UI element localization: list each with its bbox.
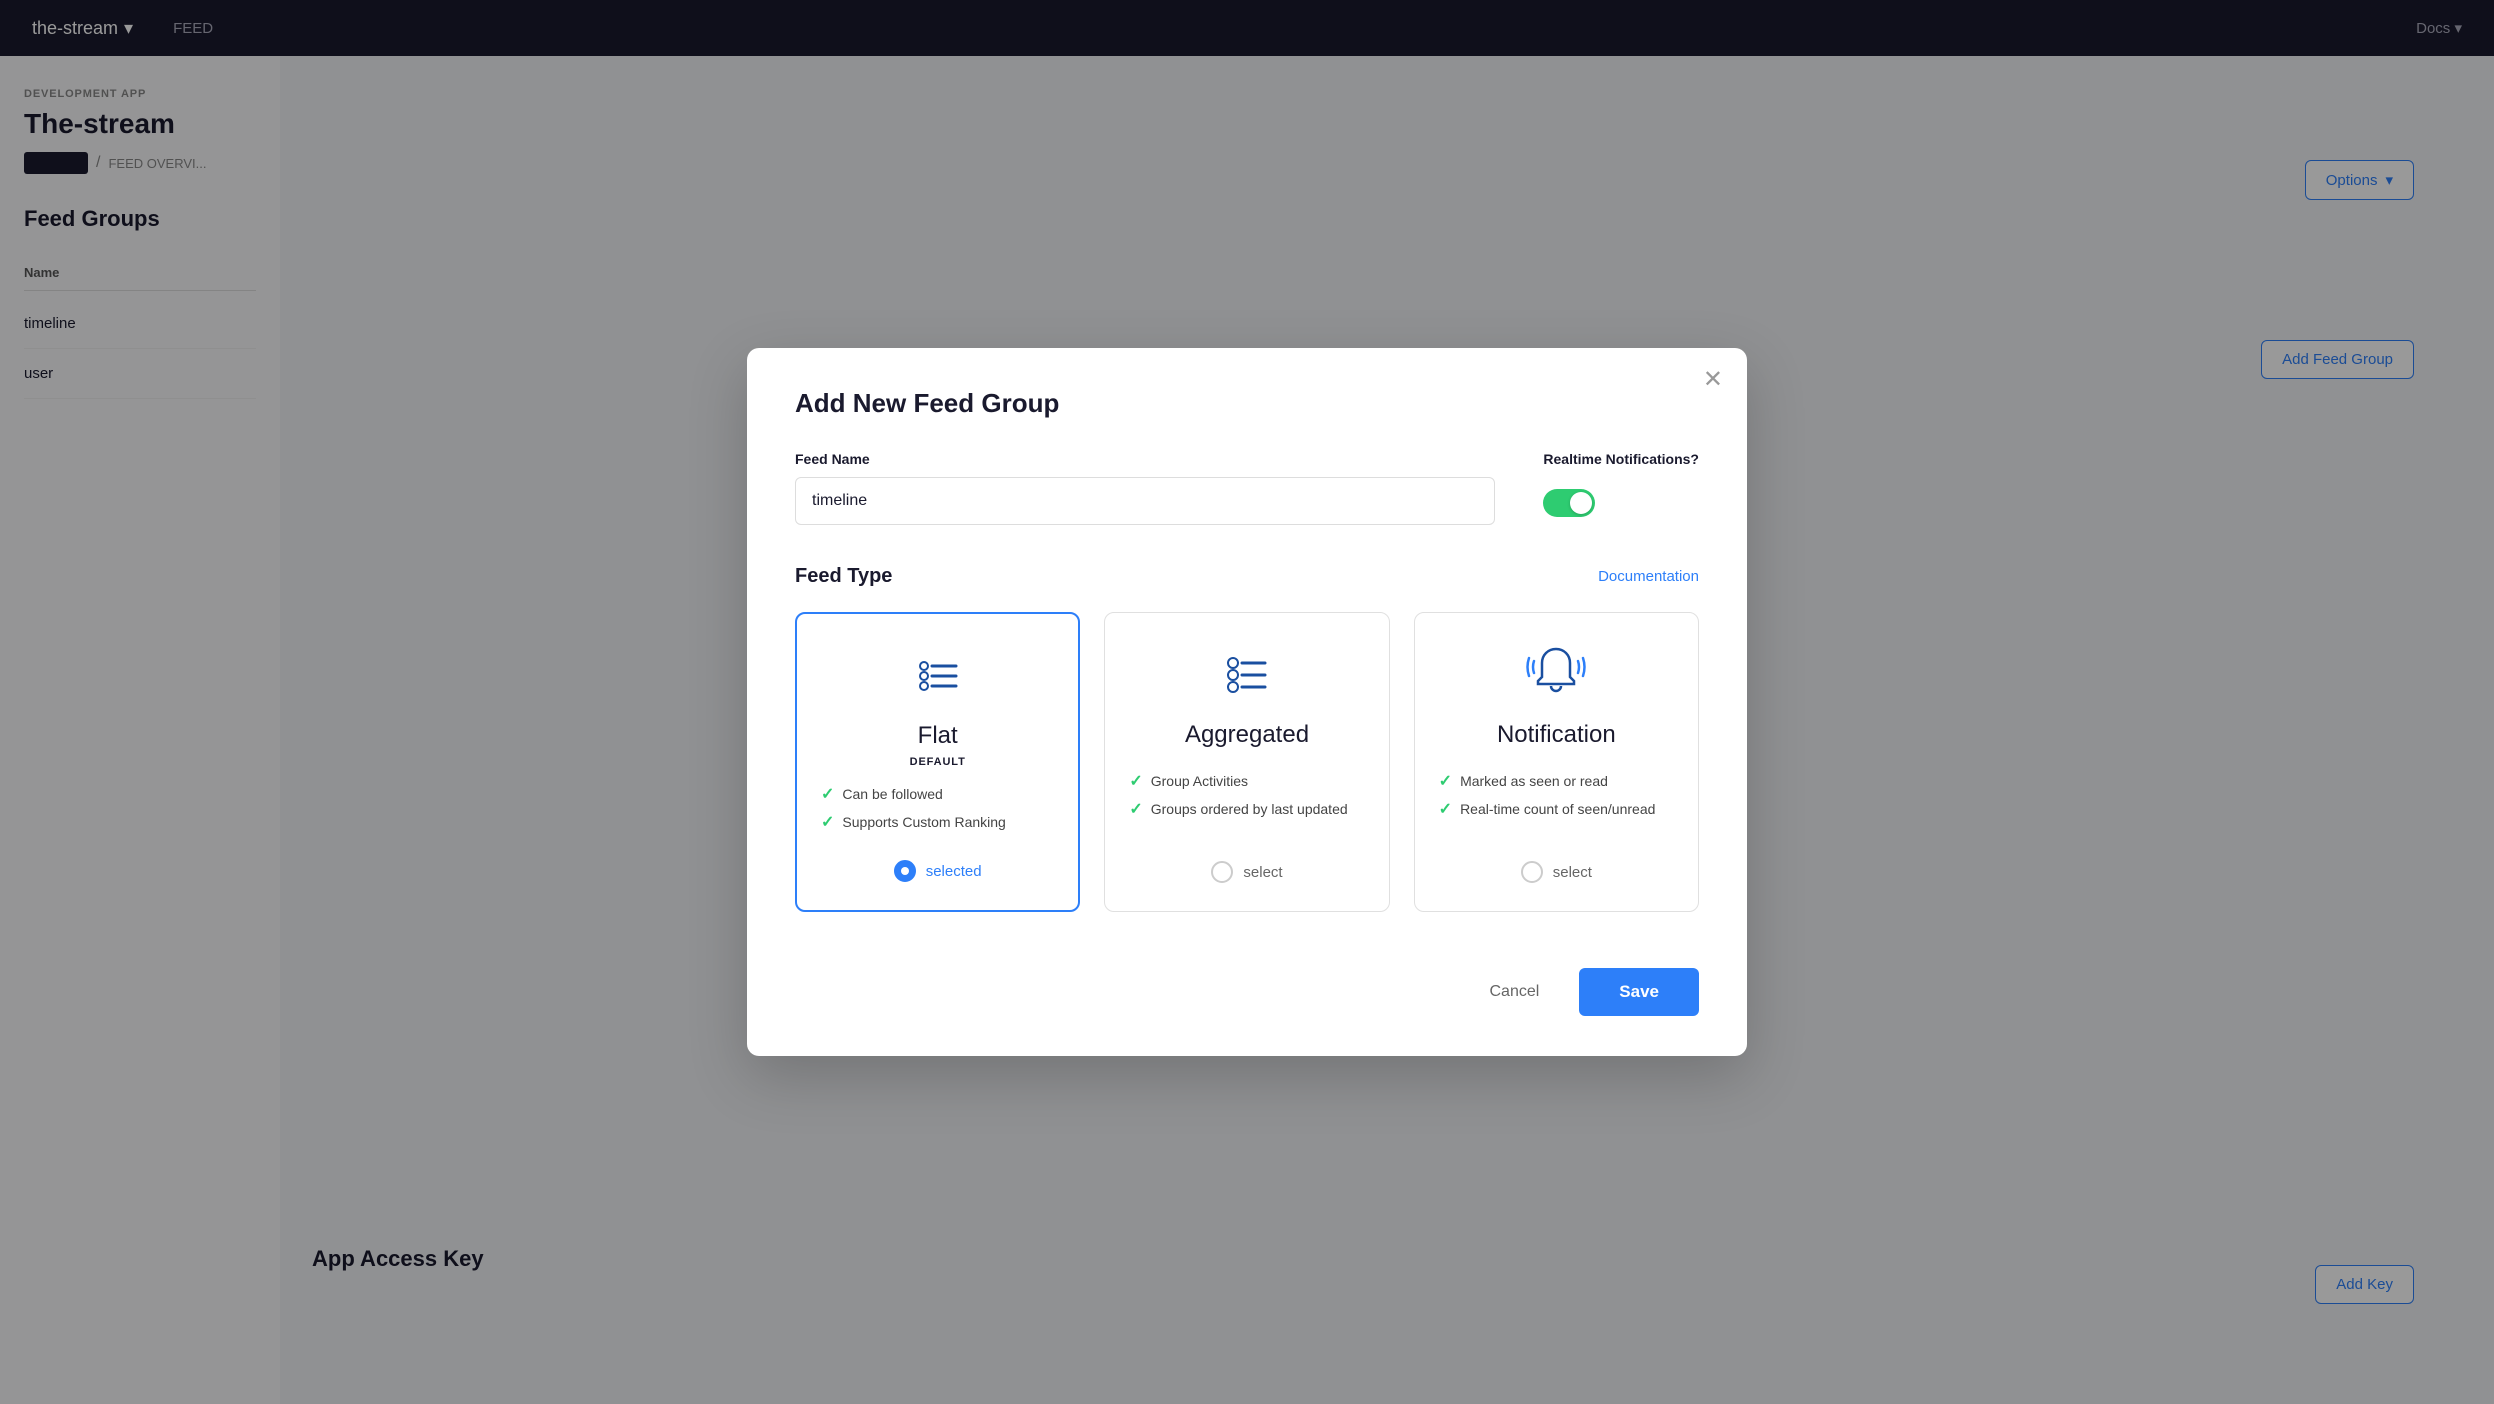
agg-feature-2: ✓ Groups ordered by last updated [1129,799,1364,819]
notification-select-row[interactable]: select [1521,861,1592,883]
flat-icon [906,642,970,706]
modal-close-button[interactable]: ✕ [1703,368,1723,392]
notification-icon [1524,641,1588,705]
notification-features: ✓ Marked as seen or read ✓ Real-time cou… [1439,771,1674,827]
flat-card-title: Flat [918,722,958,750]
aggregated-icon [1215,641,1279,705]
feed-card-notification[interactable]: Notification ✓ Marked as seen or read ✓ … [1414,612,1699,912]
aggregated-card-title: Aggregated [1185,721,1309,749]
notification-card-title: Notification [1497,721,1616,749]
notification-radio-button [1521,861,1543,883]
toggle-slider [1543,489,1595,517]
feed-type-title: Feed Type [795,565,892,588]
check-icon: ✓ [821,812,834,832]
agg-feature-1: ✓ Group Activities [1129,771,1364,791]
realtime-toggle[interactable] [1543,489,1595,517]
add-feed-group-modal: ✕ Add New Feed Group Feed Name Realtime … [747,348,1747,1056]
flat-feature-2: ✓ Supports Custom Ranking [821,812,1054,832]
feed-name-input[interactable] [795,477,1495,525]
form-row: Feed Name Realtime Notifications? [795,451,1699,525]
aggregated-select-label: select [1243,864,1282,881]
flat-feature-1: ✓ Can be followed [821,784,1054,804]
feed-name-group: Feed Name [795,451,1495,525]
notif-feature-2: ✓ Real-time count of seen/unread [1439,799,1674,819]
check-icon: ✓ [1129,799,1142,819]
check-icon: ✓ [821,784,834,804]
feed-cards-container: Flat DEFAULT ✓ Can be followed ✓ Support… [795,612,1699,912]
check-icon: ✓ [1439,771,1452,791]
cancel-button[interactable]: Cancel [1469,971,1559,1013]
modal-title: Add New Feed Group [795,388,1699,419]
flat-card-badge: DEFAULT [910,756,966,768]
notification-select-label: select [1553,864,1592,881]
feed-name-label: Feed Name [795,451,1495,467]
modal-overlay: ✕ Add New Feed Group Feed Name Realtime … [0,0,2494,1404]
aggregated-radio-button [1211,861,1233,883]
documentation-link[interactable]: Documentation [1598,568,1699,585]
feed-type-header: Feed Type Documentation [795,565,1699,588]
check-icon: ✓ [1129,771,1142,791]
modal-footer: Cancel Save [795,952,1699,1016]
feed-card-aggregated[interactable]: Aggregated ✓ Group Activities ✓ Groups o… [1104,612,1389,912]
realtime-group: Realtime Notifications? [1543,451,1699,517]
realtime-label: Realtime Notifications? [1543,451,1699,467]
aggregated-features: ✓ Group Activities ✓ Groups ordered by l… [1129,771,1364,827]
flat-select-row[interactable]: selected [894,860,982,882]
feed-card-flat[interactable]: Flat DEFAULT ✓ Can be followed ✓ Support… [795,612,1080,912]
flat-features: ✓ Can be followed ✓ Supports Custom Rank… [821,784,1054,840]
save-button[interactable]: Save [1579,968,1699,1016]
realtime-toggle-wrapper [1543,489,1699,517]
flat-radio-button [894,860,916,882]
aggregated-select-row[interactable]: select [1211,861,1282,883]
check-icon: ✓ [1439,799,1452,819]
flat-select-label: selected [926,863,982,880]
notif-feature-1: ✓ Marked as seen or read [1439,771,1674,791]
